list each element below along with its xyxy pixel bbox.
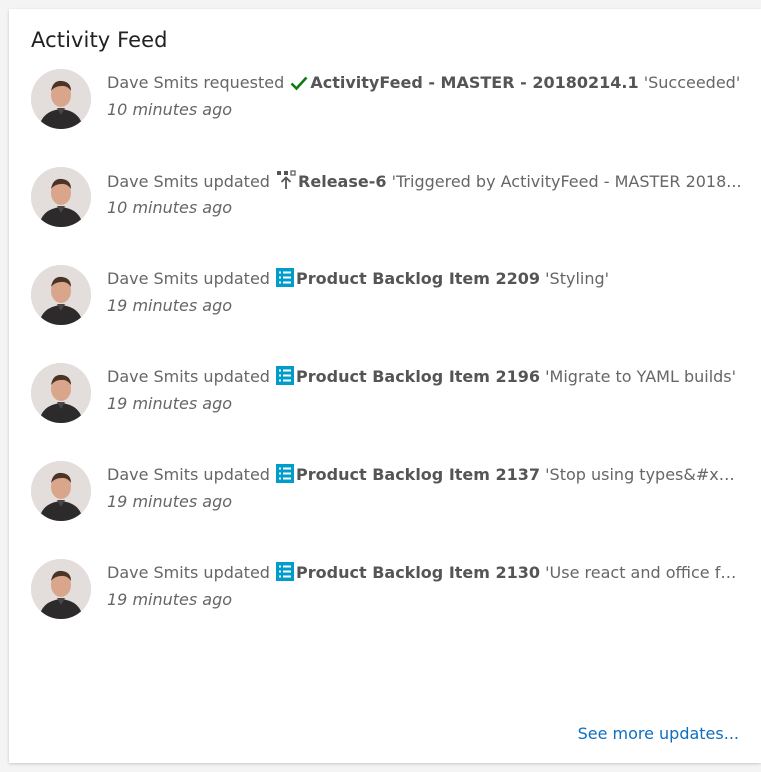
user-name[interactable]: Dave Smits <box>107 465 198 484</box>
activity-summary: Dave Smits requested ActivityFeed - MAST… <box>107 72 743 97</box>
timestamp: 19 minutes ago <box>107 590 233 609</box>
activity-detail: 'Succeeded' <box>643 73 741 92</box>
user-name[interactable]: Dave Smits <box>107 269 198 288</box>
activity-list: Dave Smits requested ActivityFeed - MAST… <box>31 69 743 657</box>
timestamp: 19 minutes ago <box>107 394 233 413</box>
avatar[interactable] <box>31 461 91 521</box>
activity-item: Dave Smits updated Release-6 'Triggered … <box>31 167 743 265</box>
entity-link[interactable]: ActivityFeed - MASTER - 20180214.1 <box>310 73 638 92</box>
avatar[interactable] <box>31 69 91 129</box>
activity-summary: Dave Smits updated Product Backlog Item … <box>107 268 743 293</box>
action-text: updated <box>203 269 270 288</box>
entity-link[interactable]: Product Backlog Item 2209 <box>296 269 540 288</box>
action-text: requested <box>203 73 285 92</box>
timestamp: 10 minutes ago <box>107 100 233 119</box>
release-icon <box>276 170 296 196</box>
entity-link[interactable]: Product Backlog Item 2196 <box>296 367 540 386</box>
avatar[interactable] <box>31 167 91 227</box>
entity-link[interactable]: Product Backlog Item 2137 <box>296 465 540 484</box>
activity-summary: Dave Smits updated Product Backlog Item … <box>107 464 743 489</box>
activity-detail: 'Use react and office fab... <box>545 563 743 582</box>
avatar[interactable] <box>31 265 91 325</box>
timestamp: 19 minutes ago <box>107 492 233 511</box>
activity-item: Dave Smits requested ActivityFeed - MAST… <box>31 69 743 167</box>
action-text: updated <box>203 563 270 582</box>
user-name[interactable]: Dave Smits <box>107 367 198 386</box>
activity-item: Dave Smits updated Product Backlog Item … <box>31 363 743 461</box>
user-name[interactable]: Dave Smits <box>107 73 198 92</box>
activity-detail: 'Triggered by ActivityFeed - MASTER 2018… <box>391 172 742 191</box>
action-text: updated <box>203 172 270 191</box>
avatar[interactable] <box>31 559 91 619</box>
activity-item: Dave Smits updated Product Backlog Item … <box>31 265 743 363</box>
timestamp: 10 minutes ago <box>107 198 233 217</box>
activity-detail: 'Stop using types&#x2F;... <box>545 465 743 484</box>
activity-detail: 'Migrate to YAML builds' <box>545 367 737 386</box>
activity-summary: Dave Smits updated Product Backlog Item … <box>107 366 743 391</box>
card-title: Activity Feed <box>31 28 168 52</box>
activity-item: Dave Smits updated Product Backlog Item … <box>31 559 743 657</box>
entity-link[interactable]: Release-6 <box>298 172 386 191</box>
backlog-item-icon <box>276 366 295 391</box>
check-icon <box>290 75 308 97</box>
entity-link[interactable]: Product Backlog Item 2130 <box>296 563 540 582</box>
activity-detail: 'Styling' <box>545 269 610 288</box>
activity-item: Dave Smits updated Product Backlog Item … <box>31 461 743 559</box>
user-name[interactable]: Dave Smits <box>107 172 198 191</box>
activity-summary: Dave Smits updated Release-6 'Triggered … <box>107 170 743 196</box>
action-text: updated <box>203 367 270 386</box>
backlog-item-icon <box>276 562 295 587</box>
user-name[interactable]: Dave Smits <box>107 563 198 582</box>
avatar[interactable] <box>31 363 91 423</box>
action-text: updated <box>203 465 270 484</box>
see-more-link[interactable]: See more updates... <box>578 724 739 743</box>
backlog-item-icon <box>276 464 295 489</box>
activity-summary: Dave Smits updated Product Backlog Item … <box>107 562 743 587</box>
backlog-item-icon <box>276 268 295 293</box>
timestamp: 19 minutes ago <box>107 296 233 315</box>
activity-feed-card: Activity Feed Dave Smits requested Activ… <box>9 9 761 763</box>
